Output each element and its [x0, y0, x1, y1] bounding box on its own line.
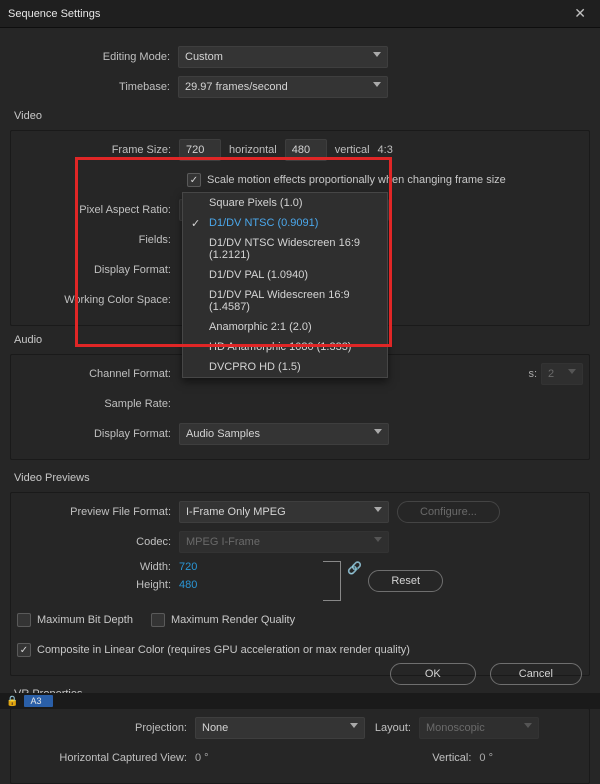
frame-width-input[interactable]: 720 [179, 139, 221, 161]
aspect-label: 4:3 [378, 144, 393, 156]
timeline-strip: 🔒 A3 [0, 693, 600, 709]
editing-mode-select[interactable]: Custom [178, 46, 388, 68]
chevron-down-icon [568, 369, 576, 374]
chevron-down-icon [350, 723, 358, 728]
display-format-video-label: Display Format: [17, 264, 179, 276]
configure-button: Configure... [397, 501, 500, 523]
working-color-space-label: Working Color Space: [17, 294, 179, 306]
video-previews-header: Video Previews [14, 472, 590, 484]
codec-label: Codec: [17, 536, 179, 548]
projection-label: Projection: [17, 722, 195, 734]
audio-track-badge[interactable]: A3 [24, 695, 53, 707]
reset-button[interactable]: Reset [368, 570, 443, 592]
editing-mode-label: Editing Mode: [10, 51, 178, 63]
chevron-down-icon [524, 723, 532, 728]
pixel-aspect-option[interactable]: Anamorphic 2:1 (2.0) [183, 317, 387, 337]
preview-width-label: Width: [17, 561, 179, 573]
pixel-aspect-option[interactable]: D1/DV NTSC Widescreen 16:9 (1.2121) [183, 233, 387, 265]
pixel-aspect-option[interactable]: DVCPRO HD (1.5) [183, 357, 387, 377]
composite-linear-label: Composite in Linear Color (requires GPU … [37, 644, 410, 656]
codec-select: MPEG I-Frame [179, 531, 389, 553]
max-bit-depth-checkbox[interactable] [17, 613, 31, 627]
pixel-aspect-label: Pixel Aspect Ratio: [17, 204, 179, 216]
display-format-audio-select[interactable]: Audio Samples [179, 423, 389, 445]
pixel-aspect-option[interactable]: HD Anamorphic 1080 (1.333) [183, 337, 387, 357]
scale-motion-checkbox[interactable]: ✓ [187, 173, 201, 187]
vertical-vr-value: 0 ° [479, 752, 493, 764]
frame-height-input[interactable]: 480 [285, 139, 327, 161]
fields-label: Fields: [17, 234, 179, 246]
channel-format-label: Channel Format: [17, 368, 179, 380]
preview-width-value[interactable]: 720 [179, 561, 197, 573]
preview-file-format-select[interactable]: I-Frame Only MPEG [179, 501, 389, 523]
video-section-header: Video [14, 110, 590, 122]
pixel-aspect-option[interactable]: D1/DV PAL Widescreen 16:9 (1.4587) [183, 285, 387, 317]
lock-icon[interactable]: 🔒 [6, 696, 18, 707]
sample-rate-label: Sample Rate: [17, 398, 179, 410]
vertical-vr-label: Vertical: [425, 752, 479, 764]
chevron-down-icon [374, 507, 382, 512]
pixel-aspect-dropdown[interactable]: Square Pixels (1.0)D1/DV NTSC (0.9091)D1… [182, 192, 388, 378]
projection-select[interactable]: None [195, 717, 365, 739]
link-bracket-icon [323, 561, 341, 601]
display-format-audio-label: Display Format: [17, 428, 179, 440]
num-channels-select: 2 [541, 363, 583, 385]
max-render-checkbox[interactable] [151, 613, 165, 627]
preview-file-format-label: Preview File Format: [17, 506, 179, 518]
max-render-label: Maximum Render Quality [171, 614, 295, 626]
cancel-button[interactable]: Cancel [490, 663, 582, 685]
window-title: Sequence Settings [8, 8, 100, 20]
max-bit-depth-label: Maximum Bit Depth [37, 614, 133, 626]
link-icon[interactable]: 🔗 [341, 561, 368, 575]
horizontal-label: horizontal [229, 144, 277, 156]
chevron-down-icon [373, 82, 381, 87]
timebase-label: Timebase: [10, 81, 178, 93]
vertical-label: vertical [335, 144, 370, 156]
layout-select: Monoscopic [419, 717, 539, 739]
timebase-select[interactable]: 29.97 frames/second [178, 76, 388, 98]
preview-height-label: Height: [17, 579, 179, 591]
pixel-aspect-option[interactable]: D1/DV NTSC (0.9091) [183, 213, 387, 233]
pixel-aspect-option[interactable]: D1/DV PAL (1.0940) [183, 265, 387, 285]
scale-motion-label: Scale motion effects proportionally when… [207, 174, 506, 186]
frame-size-label: Frame Size: [17, 144, 179, 156]
hcv-label: Horizontal Captured View: [17, 752, 195, 764]
title-bar: Sequence Settings ✕ [0, 0, 600, 28]
pixel-aspect-option[interactable]: Square Pixels (1.0) [183, 193, 387, 213]
layout-label: Layout: [365, 722, 419, 734]
chevron-down-icon [373, 52, 381, 57]
ok-button[interactable]: OK [390, 663, 476, 685]
preview-height-value[interactable]: 480 [179, 579, 197, 591]
composite-linear-checkbox[interactable]: ✓ [17, 643, 31, 657]
chevron-down-icon [374, 537, 382, 542]
chevron-down-icon [374, 429, 382, 434]
hcv-value: 0 ° [195, 752, 209, 764]
close-icon[interactable]: ✕ [568, 3, 592, 24]
num-channels-abbrev: s: [528, 368, 537, 380]
